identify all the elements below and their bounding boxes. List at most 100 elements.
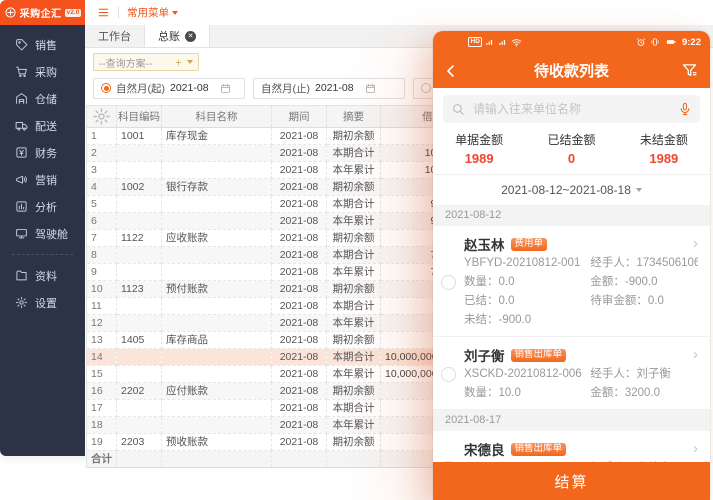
table-row[interactable]: 17 2021-08 本期合计 0: [87, 399, 485, 416]
sidebar-item-finance[interactable]: 财务: [0, 139, 85, 166]
total-label: 合计: [87, 450, 117, 467]
table-row[interactable]: 8 2021-08 本期合计 77,473.95: [87, 246, 485, 263]
total-cell: [327, 450, 381, 467]
cell-period: 2021-08: [272, 246, 327, 263]
radio-unselected[interactable]: [421, 83, 431, 93]
col-summary[interactable]: 摘要: [327, 105, 381, 127]
tab-general-ledger[interactable]: 总账: [145, 25, 210, 47]
plus-icon[interactable]: [174, 58, 183, 67]
search-input[interactable]: [471, 101, 672, 117]
calendar-icon[interactable]: [220, 83, 231, 94]
cell-period: 2021-08: [272, 212, 327, 229]
calendar-icon[interactable]: [365, 83, 376, 94]
cell-subject-code: [117, 246, 162, 263]
cell-subject-code: [117, 161, 162, 178]
tab-workbench[interactable]: 工作台: [85, 25, 145, 47]
cell-row-number: 13: [87, 331, 117, 348]
chevron-right-icon: [693, 439, 698, 459]
radio-selected[interactable]: [101, 83, 111, 93]
wifi-icon: [511, 37, 522, 48]
table-row[interactable]: 13 1405 库存商品 2021-08 期初余额 0: [87, 331, 485, 348]
cell-row-number: 7: [87, 229, 117, 246]
chevron-right-icon: [693, 345, 698, 365]
cell-subject-code: 1122: [117, 229, 162, 246]
sidebar-item-cockpit[interactable]: 驾驶舱: [0, 220, 85, 247]
sidebar-item-label: 销售: [35, 37, 57, 53]
doc-type-badge: 销售出库单: [511, 443, 567, 456]
chevron-down-icon[interactable]: [187, 60, 193, 64]
cell-row-number: 12: [87, 314, 117, 331]
query-plan-select[interactable]: --查询方案--: [93, 53, 199, 71]
total-cell: [117, 450, 162, 467]
receivable-card[interactable]: 赵玉林 费用单 YBFYD-20210812-001 经手人：173450610…: [433, 226, 710, 337]
table-row[interactable]: 7 1122 应收账款 2021-08 期初余额 0: [87, 229, 485, 246]
sidebar-item-delivery[interactable]: 配送: [0, 112, 85, 139]
cell-subject-name: [162, 195, 272, 212]
cell-subject-code: [117, 297, 162, 314]
search-box[interactable]: [443, 95, 700, 123]
cell-row-number: 10: [87, 280, 117, 297]
column-settings-header[interactable]: [87, 105, 117, 127]
cell-row-number: 2: [87, 144, 117, 161]
cell-period: 2021-08: [272, 382, 327, 399]
sidebar-item-purchase[interactable]: 采购: [0, 58, 85, 85]
cell-row-number: 1: [87, 127, 117, 144]
cell-subject-code: 1001: [117, 127, 162, 144]
sidebar-item-marketing[interactable]: 营销: [0, 166, 85, 193]
col-subject-name[interactable]: 科目名称: [162, 105, 272, 127]
cell-subject-name: 预收账款: [162, 433, 272, 450]
sidebar-item-label: 财务: [35, 145, 57, 161]
sidebar-item-analysis[interactable]: 分析: [0, 193, 85, 220]
cell-summary: 本期合计: [327, 297, 381, 314]
table-row[interactable]: 5 2021-08 本期合计 92,652.05: [87, 195, 485, 212]
table-row[interactable]: 14 2021-08 本期合计 10,000,000,018,8…: [87, 348, 485, 365]
phone-nav-bar: 待收款列表: [433, 53, 710, 88]
table-row[interactable]: 9 2021-08 本年累计 77,473.95: [87, 263, 485, 280]
cell-subject-name: 库存商品: [162, 331, 272, 348]
logo-icon: [4, 6, 17, 19]
table-row[interactable]: 19 2203 预收账款 2021-08 期初余额 0: [87, 433, 485, 450]
filter-value: 2021-08: [315, 82, 354, 94]
table-row[interactable]: 12 2021-08 本年累计 1,000: [87, 314, 485, 331]
cart-icon: [15, 65, 28, 78]
table-row[interactable]: 11 2021-08 本期合计 1,000: [87, 297, 485, 314]
card-header: 刘子衡 销售出库单: [464, 345, 698, 365]
date-range-selector[interactable]: 2021-08-12~2021-08-18: [433, 174, 710, 205]
table-row[interactable]: 1 1001 库存现金 2021-08 期初余额 0: [87, 127, 485, 144]
settle-button[interactable]: 结算: [433, 462, 710, 500]
table-row[interactable]: 15 2021-08 本年累计 10,000,000,018,8…: [87, 365, 485, 382]
receivable-card[interactable]: 刘子衡 销售出库单 XSCKD-20210812-006 经手人：刘子衡 数量：…: [433, 337, 710, 410]
table-row[interactable]: 3 2021-08 本年累计 10,398,017: [87, 161, 485, 178]
close-tab-icon[interactable]: [185, 31, 196, 42]
filter-natural-month-end[interactable]: 自然月(止) 2021-08: [253, 78, 405, 99]
col-subject-code[interactable]: 科目编码: [117, 105, 162, 127]
sidebar-item-settings[interactable]: 设置: [0, 289, 85, 316]
col-period[interactable]: 期间: [272, 105, 327, 127]
table-row[interactable]: 2 2021-08 本期合计 10,398,017: [87, 144, 485, 161]
cell-period: 2021-08: [272, 127, 327, 144]
alarm-icon: [636, 37, 646, 47]
receivable-card[interactable]: 宋德良 销售出库单 XSCKD-20210817-001 经手人：宋德良 数量：…: [433, 431, 710, 462]
filter-natural-month-start[interactable]: 自然月(起) 2021-08: [93, 78, 245, 99]
cell-row-number: 9: [87, 263, 117, 280]
sidebar-item-label: 营销: [35, 172, 57, 188]
cell-subject-name: [162, 365, 272, 382]
common-menu-dropdown[interactable]: 常用菜单: [127, 5, 178, 20]
gear-icon[interactable]: [88, 107, 115, 126]
table-row[interactable]: 16 2202 应付账款 2021-08 期初余额 0: [87, 382, 485, 399]
microphone-icon[interactable]: [678, 102, 692, 116]
sidebar-item-warehouse[interactable]: 仓储: [0, 85, 85, 112]
sidebar-item-sales[interactable]: 销售: [0, 31, 85, 58]
table-row[interactable]: 4 1002 银行存款 2021-08 期初余额 0: [87, 178, 485, 195]
table-row[interactable]: 10 1123 预付账款 2021-08 期初余额 0: [87, 280, 485, 297]
sidebar-item-files[interactable]: 资料: [0, 262, 85, 289]
table-row[interactable]: 6 2021-08 本年累计 92,652.05: [87, 212, 485, 229]
cell-subject-name: [162, 416, 272, 433]
cell-summary: 本年累计: [327, 161, 381, 178]
select-circle[interactable]: [441, 275, 456, 290]
cell-subject-code: [117, 212, 162, 229]
filter-funnel-icon[interactable]: [681, 62, 698, 79]
table-row[interactable]: 18 2021-08 本年累计 0: [87, 416, 485, 433]
hamburger-menu-icon[interactable]: [97, 6, 110, 19]
select-circle[interactable]: [441, 367, 456, 382]
